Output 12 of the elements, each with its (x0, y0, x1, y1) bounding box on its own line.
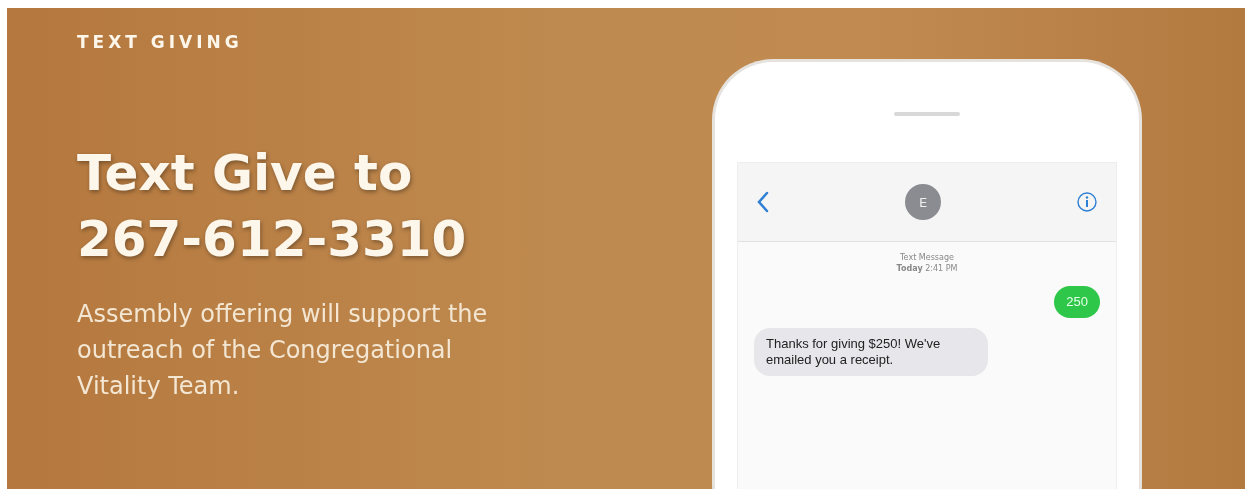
contact-avatar[interactable]: E (905, 184, 941, 220)
timestamp: Today 2:41 PM (896, 263, 958, 274)
phone-speaker (894, 112, 960, 116)
headline: Text Give to (77, 143, 413, 204)
received-message-bubble: Thanks for giving $250! We've emailed you a receipt. (754, 328, 988, 376)
sent-message-bubble: 250 (1054, 286, 1100, 318)
thread-label: Text Message (900, 252, 954, 263)
back-icon[interactable] (756, 191, 770, 213)
info-icon[interactable] (1076, 191, 1098, 213)
eyebrow-label: TEXT GIVING (77, 32, 243, 52)
headline: 267-612-3310 (77, 209, 467, 270)
description: Assembly offering will support the outreach of the Congregational Vitality Team. (77, 299, 489, 402)
